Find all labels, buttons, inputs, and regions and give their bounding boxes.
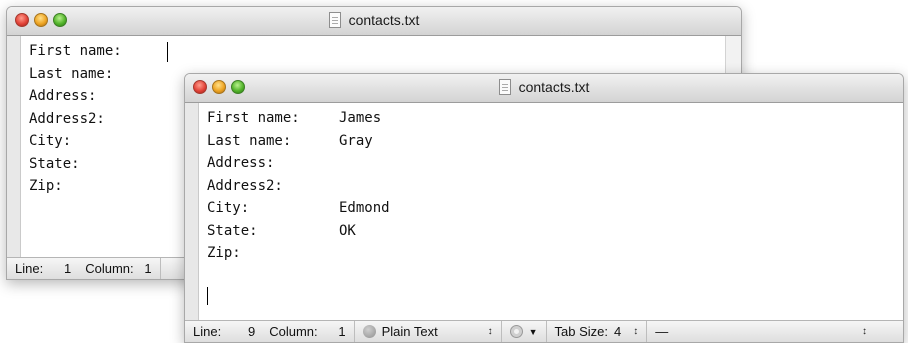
text-line: City: <box>29 133 72 149</box>
back-titlebar[interactable]: contacts.txt <box>7 7 741 36</box>
text-line: First name: <box>29 43 122 59</box>
front-titlebar[interactable]: contacts.txt <box>185 74 903 103</box>
text-line: Last name: <box>29 65 114 82</box>
popup-arrows-icon: ↕ <box>862 325 867 337</box>
text-line: First name: James <box>207 110 382 126</box>
text-line: Last name: Gray <box>207 132 373 149</box>
popup-arrows-icon: ↕ <box>633 325 639 337</box>
tab-size-popup[interactable]: Tab Size: 4 ↕ <box>547 321 648 342</box>
text-line: Address: <box>29 88 97 104</box>
text-document-icon <box>328 12 341 28</box>
text-line: State: <box>29 155 80 172</box>
text-line: City: Edmond <box>207 200 390 216</box>
chevron-down-icon: ▼ <box>528 326 538 337</box>
front-gutter <box>185 103 199 320</box>
text-line: Address: <box>207 155 275 171</box>
text-line <box>207 287 390 310</box>
front-window-title: contacts.txt <box>518 79 590 95</box>
back-text-caret <box>167 42 168 62</box>
back-text-area[interactable]: First name: Last name: Address: Address2… <box>29 40 161 198</box>
popup-arrows-icon: ↕ <box>487 325 493 337</box>
text-line: Zip: <box>29 178 63 194</box>
function-popup[interactable]: — ↕ <box>647 321 903 342</box>
back-window-title-area: contacts.txt <box>7 12 741 28</box>
text-line: Zip: <box>207 245 241 261</box>
text-caret <box>207 287 208 305</box>
back-gutter <box>7 36 21 257</box>
front-window-title-area: contacts.txt <box>185 79 903 95</box>
front-status-bar: Line: 9 Column: 1 Plain Text ↕ ▼ Tab Siz… <box>185 320 903 342</box>
text-line: Address2: <box>29 110 105 127</box>
gear-menu-button[interactable]: ▼ <box>502 321 547 342</box>
syntax-mode-popup[interactable]: Plain Text ↕ <box>355 321 502 342</box>
back-line-indicator: Line: 1 Column: 1 <box>15 258 161 279</box>
text-document-icon <box>498 79 511 95</box>
front-editor-window[interactable]: contacts.txt First name: James Last name:… <box>184 73 904 343</box>
text-line <box>207 265 390 288</box>
front-line-indicator: Line: 9 Column: 1 <box>193 321 355 342</box>
front-text-area[interactable]: First name: James Last name: Gray Address:… <box>207 107 390 310</box>
mode-icon <box>362 325 376 338</box>
gear-icon <box>509 325 523 338</box>
text-line: Address2: <box>207 177 283 194</box>
back-window-title: contacts.txt <box>348 12 420 28</box>
text-line: State: OK <box>207 222 356 239</box>
